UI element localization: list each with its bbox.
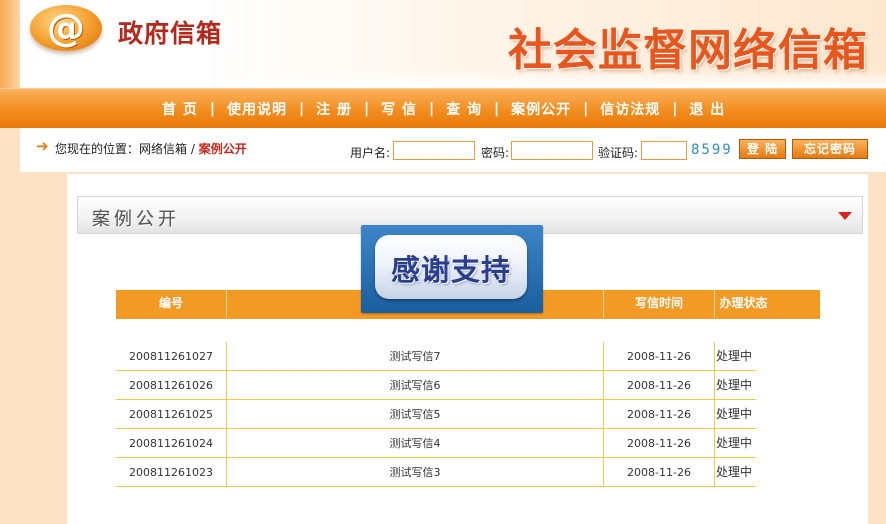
collapse-triangle-icon[interactable] (838, 212, 852, 220)
case-status: 处理中 (716, 436, 753, 450)
site-name: 政府信箱 (118, 19, 223, 48)
column-header-id: 编号 (116, 290, 227, 319)
captcha-image[interactable]: 8599 (691, 142, 733, 158)
case-date: 2008-11-26 (604, 458, 715, 487)
nav-item-label: 查 询 (446, 102, 482, 118)
case-id: 200811261026 (116, 371, 227, 400)
case-title-link[interactable]: 测试写信3 (227, 458, 604, 487)
table-row[interactable]: 200811261026 测试写信6 2008-11-26 处理中 (116, 371, 756, 400)
info-bar: ➔ 您现在的位置：网络信箱 / 案例公开 用户名: 密码: 验证码: 8599 … (20, 128, 886, 172)
case-table-body: 200811261027 测试写信7 2008-11-26 处理中 200811… (116, 342, 756, 487)
nav-item-regulations[interactable]: 信访法规 | (588, 99, 677, 119)
logo-at-icon: @ (47, 6, 85, 50)
case-status: 处理中 (716, 349, 753, 363)
breadcrumb-current: 案例公开 (198, 142, 247, 156)
nav-item-logout[interactable]: 退 出 (677, 99, 737, 119)
nav-item-label: 退 出 (689, 102, 726, 118)
thanks-overlay: 感谢支持 (361, 225, 543, 313)
arrow-right-icon: ➔ (36, 137, 49, 155)
forgot-password-button[interactable]: 忘记密码 (792, 139, 868, 159)
nav-item-label: 首 页 (162, 102, 198, 118)
nav-item-label: 使用说明 (227, 102, 287, 118)
section-title: 案例公开 (92, 209, 180, 230)
case-id: 200811261024 (116, 429, 227, 458)
column-header-date: 写信时间 (604, 290, 715, 319)
case-date: 2008-11-26 (604, 400, 715, 429)
table-row[interactable]: 200811261023 测试写信3 2008-11-26 处理中 (116, 458, 756, 487)
case-status: 处理中 (716, 378, 753, 392)
table-row[interactable]: 200811261025 测试写信5 2008-11-26 处理中 (116, 400, 756, 429)
case-title-link[interactable]: 测试写信5 (227, 400, 604, 429)
case-status: 处理中 (716, 465, 753, 479)
main-panel: 案例公开 编号 写信时间 办理状态 200811261027 测试写信7 200… (67, 174, 868, 524)
case-id: 200811261023 (116, 458, 227, 487)
case-date: 2008-11-26 (604, 371, 715, 400)
table-row[interactable]: 200811261027 测试写信7 2008-11-26 处理中 (116, 342, 756, 371)
header-fade (220, 70, 886, 88)
table-row[interactable]: 200811261024 测试写信4 2008-11-26 处理中 (116, 429, 756, 458)
login-button[interactable]: 登 陆 (739, 139, 786, 159)
nav-item-home[interactable]: 首 页 | (150, 99, 215, 119)
main-nav: 首 页 | 使用说明 | 注 册 | 写 信 | 查 询 | 案例公开 | 信访法规 | 退 … (0, 88, 886, 128)
case-status: 处理中 (716, 407, 753, 421)
breadcrumb-divider: / (190, 142, 195, 156)
site-header: @ 政府信箱 社会监督网络信箱 (0, 0, 886, 88)
breadcrumb: 您现在的位置：网络信箱 / 案例公开 (55, 140, 247, 157)
captcha-input[interactable] (641, 141, 687, 160)
case-date: 2008-11-26 (604, 342, 715, 371)
case-title-link[interactable]: 测试写信6 (227, 371, 604, 400)
password-label: 密码: (481, 146, 510, 160)
case-date: 2008-11-26 (604, 429, 715, 458)
header-left-strip (0, 0, 20, 88)
thanks-overlay-text: 感谢支持 (390, 253, 511, 287)
nav-item-label: 案例公开 (511, 102, 572, 118)
nav-item-instructions[interactable]: 使用说明 | (215, 99, 304, 119)
username-label: 用户名: (350, 146, 391, 160)
password-input[interactable] (511, 141, 593, 160)
case-title-link[interactable]: 测试写信7 (227, 342, 604, 371)
captcha-label: 验证码: (598, 146, 639, 160)
case-id: 200811261025 (116, 400, 227, 429)
site-logo[interactable]: @ (30, 5, 102, 51)
nav-item-register[interactable]: 注 册 | (304, 99, 369, 119)
nav-item-label: 写 信 (381, 102, 417, 118)
breadcrumb-prefix[interactable]: 您现在的位置：网络信箱 (55, 142, 187, 156)
banner-title: 社会监督网络信箱 (508, 25, 868, 76)
nav-item-public-cases[interactable]: 案例公开 | (499, 99, 588, 119)
nav-item-label: 注 册 (316, 102, 352, 118)
nav-item-label: 信访法规 (600, 102, 661, 118)
nav-item-query[interactable]: 查 询 | (434, 99, 499, 119)
nav-item-write-letter[interactable]: 写 信 | (369, 99, 434, 119)
case-title-link[interactable]: 测试写信4 (227, 429, 604, 458)
case-id: 200811261027 (116, 342, 227, 371)
username-input[interactable] (393, 141, 475, 160)
column-header-status: 办理状态 (719, 296, 768, 310)
thanks-overlay-panel: 感谢支持 (375, 235, 527, 299)
